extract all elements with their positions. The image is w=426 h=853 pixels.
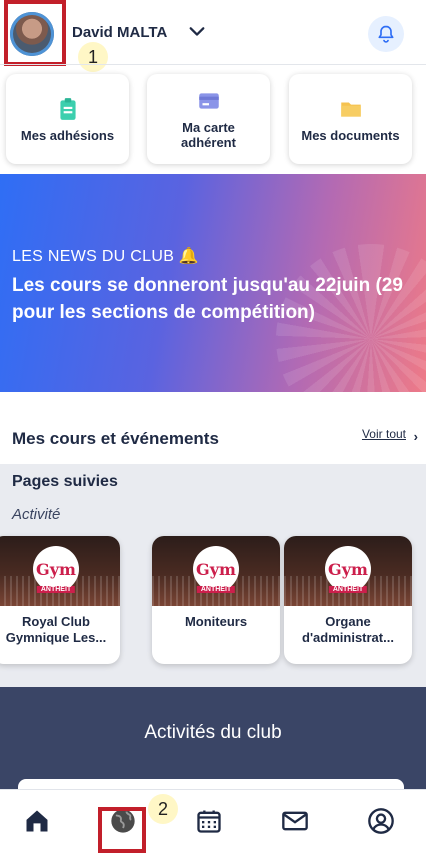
quick-card-label: Ma carte adhérent — [181, 120, 236, 150]
notifications-button[interactable] — [368, 16, 404, 52]
club-activities-section: Activités du club — [0, 687, 426, 799]
followed-pages-title: Pages suivies — [12, 473, 118, 490]
followed-pages-subtitle: Activité — [12, 506, 61, 523]
page-card[interactable]: Gym ANTHEIT Royal Club Gymnique Les... — [0, 536, 120, 664]
courses-title: Mes cours et événements — [12, 429, 219, 448]
quick-actions: Mes adhésions Ma carte adhérent Mes docu… — [0, 70, 426, 168]
see-all-link[interactable]: Voir tout — [362, 427, 406, 441]
gym-logo-tag: ANTHEIT — [196, 586, 236, 593]
profile-icon — [368, 808, 394, 834]
app-header: 1 David MALTA — [0, 0, 426, 72]
page-card[interactable]: Gym ANTHEIT Organe d'administrat... — [284, 536, 412, 664]
gym-logo-tag: ANTHEIT — [328, 586, 368, 593]
nav-messages[interactable] — [280, 806, 310, 836]
calendar-icon — [197, 810, 221, 833]
followed-pages-section: Pages suivies Activité Gym ANTHEIT Royal… — [0, 464, 426, 687]
home-icon — [26, 810, 48, 832]
page-card-name: Royal Club Gymnique Les... — [5, 614, 107, 645]
banner-kicker: LES NEWS DU CLUB 🔔 — [12, 248, 200, 265]
highlight-box-avatar — [4, 0, 66, 66]
chevron-down-icon[interactable] — [188, 22, 206, 40]
bell-icon — [378, 25, 394, 43]
clipboard-icon — [59, 97, 76, 120]
mail-icon — [282, 811, 308, 831]
header-divider — [0, 64, 426, 65]
page-card-photo: Gym ANTHEIT — [152, 536, 280, 606]
annotation-marker-2: 2 — [148, 794, 178, 824]
courses-section: Mes cours et événements Voir tout › — [0, 392, 426, 464]
card-icon — [198, 93, 219, 109]
quick-card-label: Mes documents — [301, 127, 400, 143]
quick-card-documents[interactable]: Mes documents — [289, 74, 412, 164]
nav-home[interactable] — [22, 806, 52, 836]
chevron-right-icon[interactable]: › — [414, 429, 418, 444]
page-card-photo: Gym ANTHEIT — [284, 536, 412, 606]
username-label[interactable]: David MALTA — [72, 24, 167, 41]
annotation-marker-1: 1 — [78, 42, 108, 72]
banner-headline: Les cours se donneront jusqu'au 22juin (… — [12, 275, 403, 323]
page-card-photo: Gym ANTHEIT — [0, 536, 120, 606]
nav-profile[interactable] — [366, 806, 396, 836]
quick-card-member-card[interactable]: Ma carte adhérent — [147, 74, 270, 164]
highlight-box-globe — [98, 807, 146, 853]
nav-calendar[interactable] — [194, 806, 224, 836]
gym-logo-tag: ANTHEIT — [36, 586, 76, 593]
quick-card-label: Mes adhésions — [20, 127, 115, 143]
page-card-name: Moniteurs — [184, 614, 248, 629]
bottom-navigation: 2 — [0, 789, 426, 853]
folder-icon — [340, 102, 361, 117]
page-card[interactable]: Gym ANTHEIT Moniteurs — [152, 536, 280, 664]
club-activities-title: Activités du club — [144, 722, 282, 743]
quick-card-memberships[interactable]: Mes adhésions — [6, 74, 129, 164]
club-news-banner[interactable]: LES NEWS DU CLUB 🔔 Les cours se donneron… — [0, 174, 426, 392]
page-card-name: Organe d'administrat... — [302, 614, 394, 645]
